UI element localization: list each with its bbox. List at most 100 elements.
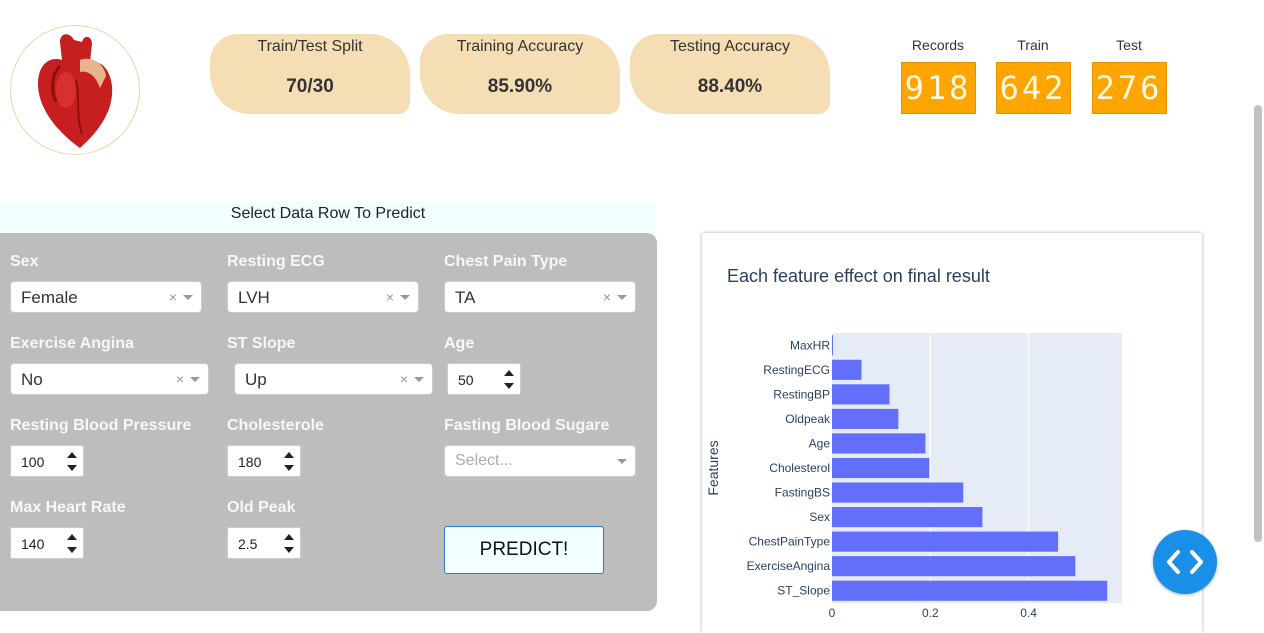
clear-icon[interactable]: × — [176, 371, 184, 387]
stat-title: Train/Test Split — [257, 38, 363, 55]
y-tick-label: Sex — [809, 510, 830, 524]
st-slope-select[interactable]: Up × — [234, 363, 433, 395]
bar — [832, 457, 930, 479]
x-tick-label: 0.4 — [1020, 606, 1037, 620]
feature-effect-chart: 0 0.2 0.4 MaxHR RestingECG RestingBP Oldpeak Ag… — [705, 333, 1122, 620]
led-display: 276 — [1091, 62, 1167, 114]
field-label-sex: Sex — [10, 253, 39, 270]
counter-records: Records 918 — [900, 36, 976, 114]
y-tick-label: Age — [809, 436, 831, 450]
y-tick-label: FastingBS — [775, 486, 830, 500]
sex-select[interactable]: Female × — [10, 281, 202, 313]
field-label-resting-bp: Resting Blood Pressure — [10, 417, 192, 434]
field-label-exercise-angina: Exercise Angina — [10, 335, 134, 352]
chevron-down-icon[interactable] — [414, 377, 424, 382]
cholesterol-input[interactable]: 180 — [227, 445, 301, 477]
bar — [832, 531, 1059, 552]
bar — [832, 507, 983, 528]
stat-value: 88.40% — [697, 76, 763, 97]
field-label-age: Age — [444, 335, 475, 352]
y-tick-label: MaxHR — [790, 338, 830, 352]
y-tick-label: RestingECG — [763, 363, 830, 377]
bar — [832, 408, 899, 429]
bar — [832, 580, 1108, 601]
y-axis-title: Features — [705, 440, 721, 495]
clear-icon[interactable]: × — [169, 289, 177, 305]
stat-title: Training Accuracy — [456, 38, 584, 55]
stat-value: 70/30 — [286, 76, 334, 97]
y-tick-label: ExerciseAngina — [747, 559, 831, 573]
age-input[interactable]: 50 — [447, 363, 521, 395]
led-display: 642 — [995, 62, 1071, 114]
decrement-icon[interactable] — [284, 465, 294, 471]
decrement-icon[interactable] — [67, 547, 77, 553]
code-toggle-button[interactable] — [1153, 530, 1217, 594]
resting-bp-input[interactable]: 100 — [10, 445, 84, 477]
field-label-chest-pain: Chest Pain Type — [444, 253, 568, 270]
input-value: 100 — [21, 454, 45, 470]
stat-card-testing-accuracy: Testing Accuracy 88.40% — [630, 34, 830, 114]
feature-effect-chart-card: Each feature effect on final result 0 0.2… — [702, 233, 1202, 633]
x-tick-label: 0 — [829, 606, 836, 620]
resting-ecg-select[interactable]: LVH × — [227, 281, 419, 313]
increment-icon[interactable] — [284, 534, 294, 540]
select-value: TA — [455, 288, 476, 307]
old-peak-input[interactable]: 2.5 — [227, 527, 301, 559]
select-value: LVH — [238, 288, 270, 307]
clear-icon[interactable]: × — [603, 289, 611, 305]
counter-label: Test — [1116, 37, 1142, 53]
increment-icon[interactable] — [67, 452, 77, 458]
chevron-down-icon[interactable] — [617, 295, 627, 300]
decrement-icon[interactable] — [284, 547, 294, 553]
bar — [832, 556, 1076, 577]
fasting-bs-select[interactable]: Select... — [444, 445, 636, 477]
chevron-down-icon[interactable] — [400, 295, 410, 300]
y-tick-label: Oldpeak — [785, 412, 831, 426]
scrollbar[interactable] — [1254, 105, 1262, 542]
input-value: 50 — [458, 372, 474, 388]
exercise-angina-select[interactable]: No × — [10, 363, 209, 395]
bar — [832, 482, 964, 503]
y-tick-label: ST_Slope — [777, 584, 830, 598]
stat-title: Testing Accuracy — [669, 38, 791, 55]
code-icon — [1167, 550, 1203, 574]
bar — [832, 335, 833, 356]
select-placeholder: Select... — [455, 452, 513, 469]
select-value: Female — [21, 288, 78, 307]
counter-label: Train — [1017, 37, 1049, 53]
select-value: No — [21, 370, 43, 389]
increment-icon[interactable] — [284, 452, 294, 458]
counter-label: Records — [911, 37, 965, 53]
stat-value: 85.90% — [487, 76, 553, 97]
chevron-down-icon[interactable] — [190, 377, 200, 382]
clear-icon[interactable]: × — [386, 289, 394, 305]
field-label-old-peak: Old Peak — [227, 499, 296, 516]
y-tick-label: ChestPainType — [749, 535, 831, 549]
clear-icon[interactable]: × — [400, 371, 408, 387]
max-hr-input[interactable]: 140 — [10, 527, 84, 559]
select-value: Up — [245, 370, 267, 389]
stat-card-split: Train/Test Split 70/30 — [210, 34, 410, 114]
chevron-down-icon[interactable] — [617, 459, 627, 464]
bar — [832, 384, 890, 405]
input-value: 180 — [238, 454, 262, 470]
decrement-icon[interactable] — [67, 465, 77, 471]
field-label-st-slope: ST Slope — [227, 335, 296, 352]
y-tick-label: Cholesterol — [769, 461, 830, 475]
predict-button[interactable]: PREDICT! — [444, 526, 604, 574]
increment-icon[interactable] — [504, 370, 514, 376]
increment-icon[interactable] — [67, 534, 77, 540]
field-label-cholesterol: Cholesterole — [227, 417, 324, 434]
heart-logo — [10, 25, 140, 155]
bar — [832, 359, 862, 380]
stat-card-training-accuracy: Training Accuracy 85.90% — [420, 34, 620, 114]
decrement-icon[interactable] — [504, 383, 514, 389]
counter-train: Train 642 — [995, 36, 1071, 114]
y-tick-label: RestingBP — [773, 387, 830, 401]
field-label-resting-ecg: Resting ECG — [227, 253, 325, 270]
chevron-down-icon[interactable] — [183, 295, 193, 300]
heart-icon — [38, 34, 113, 148]
led-display: 918 — [900, 62, 976, 114]
chest-pain-select[interactable]: TA × — [444, 281, 636, 313]
bar — [832, 433, 926, 454]
